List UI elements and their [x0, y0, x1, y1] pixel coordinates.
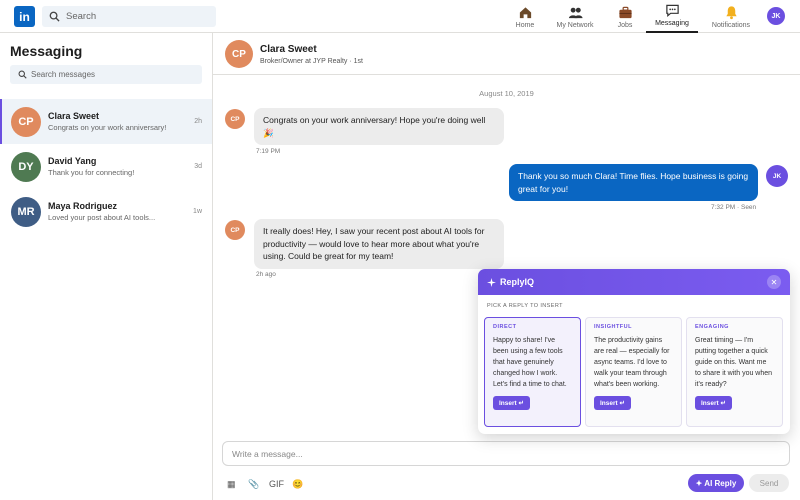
reply-card-insightful[interactable]: INSIGHTFUL The productivity gains are re… [585, 317, 682, 427]
conversation-preview: Congrats on your work anniversary! [48, 123, 167, 132]
replyiq-panel: ReplyIQ ✕ PICK A REPLY TO INSERT DIRECT … [478, 269, 790, 434]
network-icon [568, 7, 583, 19]
nav-messaging-label: Messaging [655, 20, 689, 27]
conversation-time: 3d [194, 163, 202, 170]
top-navbar: in Home My Network Jobs Messaging Notifi… [0, 0, 800, 33]
avatar: CP [225, 109, 245, 129]
nav-home-label: Home [515, 22, 535, 29]
nav-jobs[interactable]: Jobs [614, 0, 636, 33]
avatar: MR [11, 196, 41, 227]
emoji-icon[interactable]: 😊 [292, 476, 303, 492]
reply-tone-label: ENGAGING [695, 324, 729, 330]
message-time: 7:19 PM [256, 148, 281, 155]
message-bubble: Thank you so much Clara! Time flies. Hop… [509, 164, 758, 201]
reply-tone-label: DIRECT [493, 324, 517, 330]
insert-button[interactable]: Insert ↵ [695, 396, 732, 410]
search-icon [18, 70, 27, 79]
sparkle-icon [487, 277, 496, 287]
global-search[interactable] [42, 6, 216, 27]
conversation-preview: Loved your post about AI tools... [48, 213, 156, 222]
conversation-item[interactable]: CP Clara Sweet Congrats on your work ann… [0, 99, 212, 144]
replyiq-title: ReplyIQ [500, 277, 535, 287]
reply-tone-label: INSIGHTFUL [594, 324, 632, 330]
bell-icon [725, 6, 737, 20]
message-composer[interactable] [222, 441, 790, 466]
contact-name[interactable]: Clara Sweet [260, 44, 317, 55]
reply-card-engaging[interactable]: ENGAGING Great timing — I'm putting toge… [686, 317, 783, 427]
messages-search[interactable] [10, 65, 202, 84]
reply-text: The productivity gains are real — especi… [594, 337, 670, 388]
me-avatar[interactable]: JK [767, 7, 785, 25]
conversation-time: 2h [194, 118, 202, 125]
replyiq-header: ReplyIQ [478, 269, 790, 295]
conversation-sidebar: Messaging CP Clara Sweet Congrats on you… [0, 33, 213, 500]
contact-subtitle: Broker/Owner at JYP Realty · 1st [260, 58, 363, 65]
avatar: JK [766, 165, 788, 187]
nav-notifications[interactable]: Notifications [710, 0, 752, 33]
nav-messaging[interactable]: Messaging [646, 0, 698, 33]
nav-my-network[interactable]: My Network [554, 0, 596, 33]
avatar: DY [11, 151, 41, 182]
message-time: 2h ago [256, 271, 276, 278]
chat-header: CP Clara Sweet Broker/Owner at JYP Realt… [213, 33, 800, 75]
message-bubble: It really does! Hey, I saw your recent p… [254, 219, 504, 269]
chat-icon [665, 4, 679, 17]
home-icon [519, 7, 531, 19]
reply-card-direct[interactable]: DIRECT Happy to share! I've been using a… [484, 317, 581, 427]
nav-home[interactable]: Home [512, 0, 538, 33]
insert-button[interactable]: Insert ↵ [493, 396, 530, 410]
insert-button[interactable]: Insert ↵ [594, 396, 631, 410]
conversation-time: 1w [193, 208, 202, 215]
conversation-name: Maya Rodriguez [48, 201, 118, 211]
message-bubble: Congrats on your work anniversary! Hope … [254, 108, 504, 145]
date-separator: August 10, 2019 [479, 89, 534, 98]
conversation-name: Clara Sweet [48, 111, 100, 121]
attach-icon[interactable]: 📎 [248, 476, 259, 492]
messages-search-input[interactable] [31, 70, 191, 79]
sidebar-title: Messaging [10, 43, 83, 59]
reply-text: Great timing — I'm putting together a qu… [695, 337, 773, 388]
conversation-preview: Thank you for connecting! [48, 168, 135, 177]
ai-reply-button[interactable]: ✦ AI Reply [688, 474, 744, 492]
conversation-item[interactable]: MR Maya Rodriguez Loved your post about … [0, 189, 212, 234]
nav-jobs-label: Jobs [617, 22, 633, 29]
avatar: CP [225, 220, 245, 240]
search-icon [49, 11, 60, 22]
send-button[interactable]: Send [749, 474, 789, 492]
briefcase-icon [618, 6, 632, 19]
conversation-item[interactable]: DY David Yang Thank you for connecting! … [0, 144, 212, 189]
nav-my-network-label: My Network [556, 22, 594, 29]
message-time: 7:32 PM · Seen [711, 204, 757, 211]
avatar[interactable]: CP [225, 40, 253, 68]
reply-text: Happy to share! I've been using a few to… [493, 337, 567, 388]
conversation-name: David Yang [48, 156, 97, 166]
linkedin-logo[interactable]: in [14, 6, 35, 27]
close-button[interactable]: ✕ [767, 275, 781, 289]
gif-button[interactable]: GIF [269, 476, 284, 492]
message-input[interactable] [232, 448, 772, 459]
nav-notifications-label: Notifications [711, 22, 751, 29]
global-search-input[interactable] [66, 11, 206, 22]
replyiq-subtitle: PICK A REPLY TO INSERT [487, 303, 563, 309]
avatar: CP [11, 106, 41, 137]
image-icon[interactable]: ▦ [227, 476, 236, 492]
